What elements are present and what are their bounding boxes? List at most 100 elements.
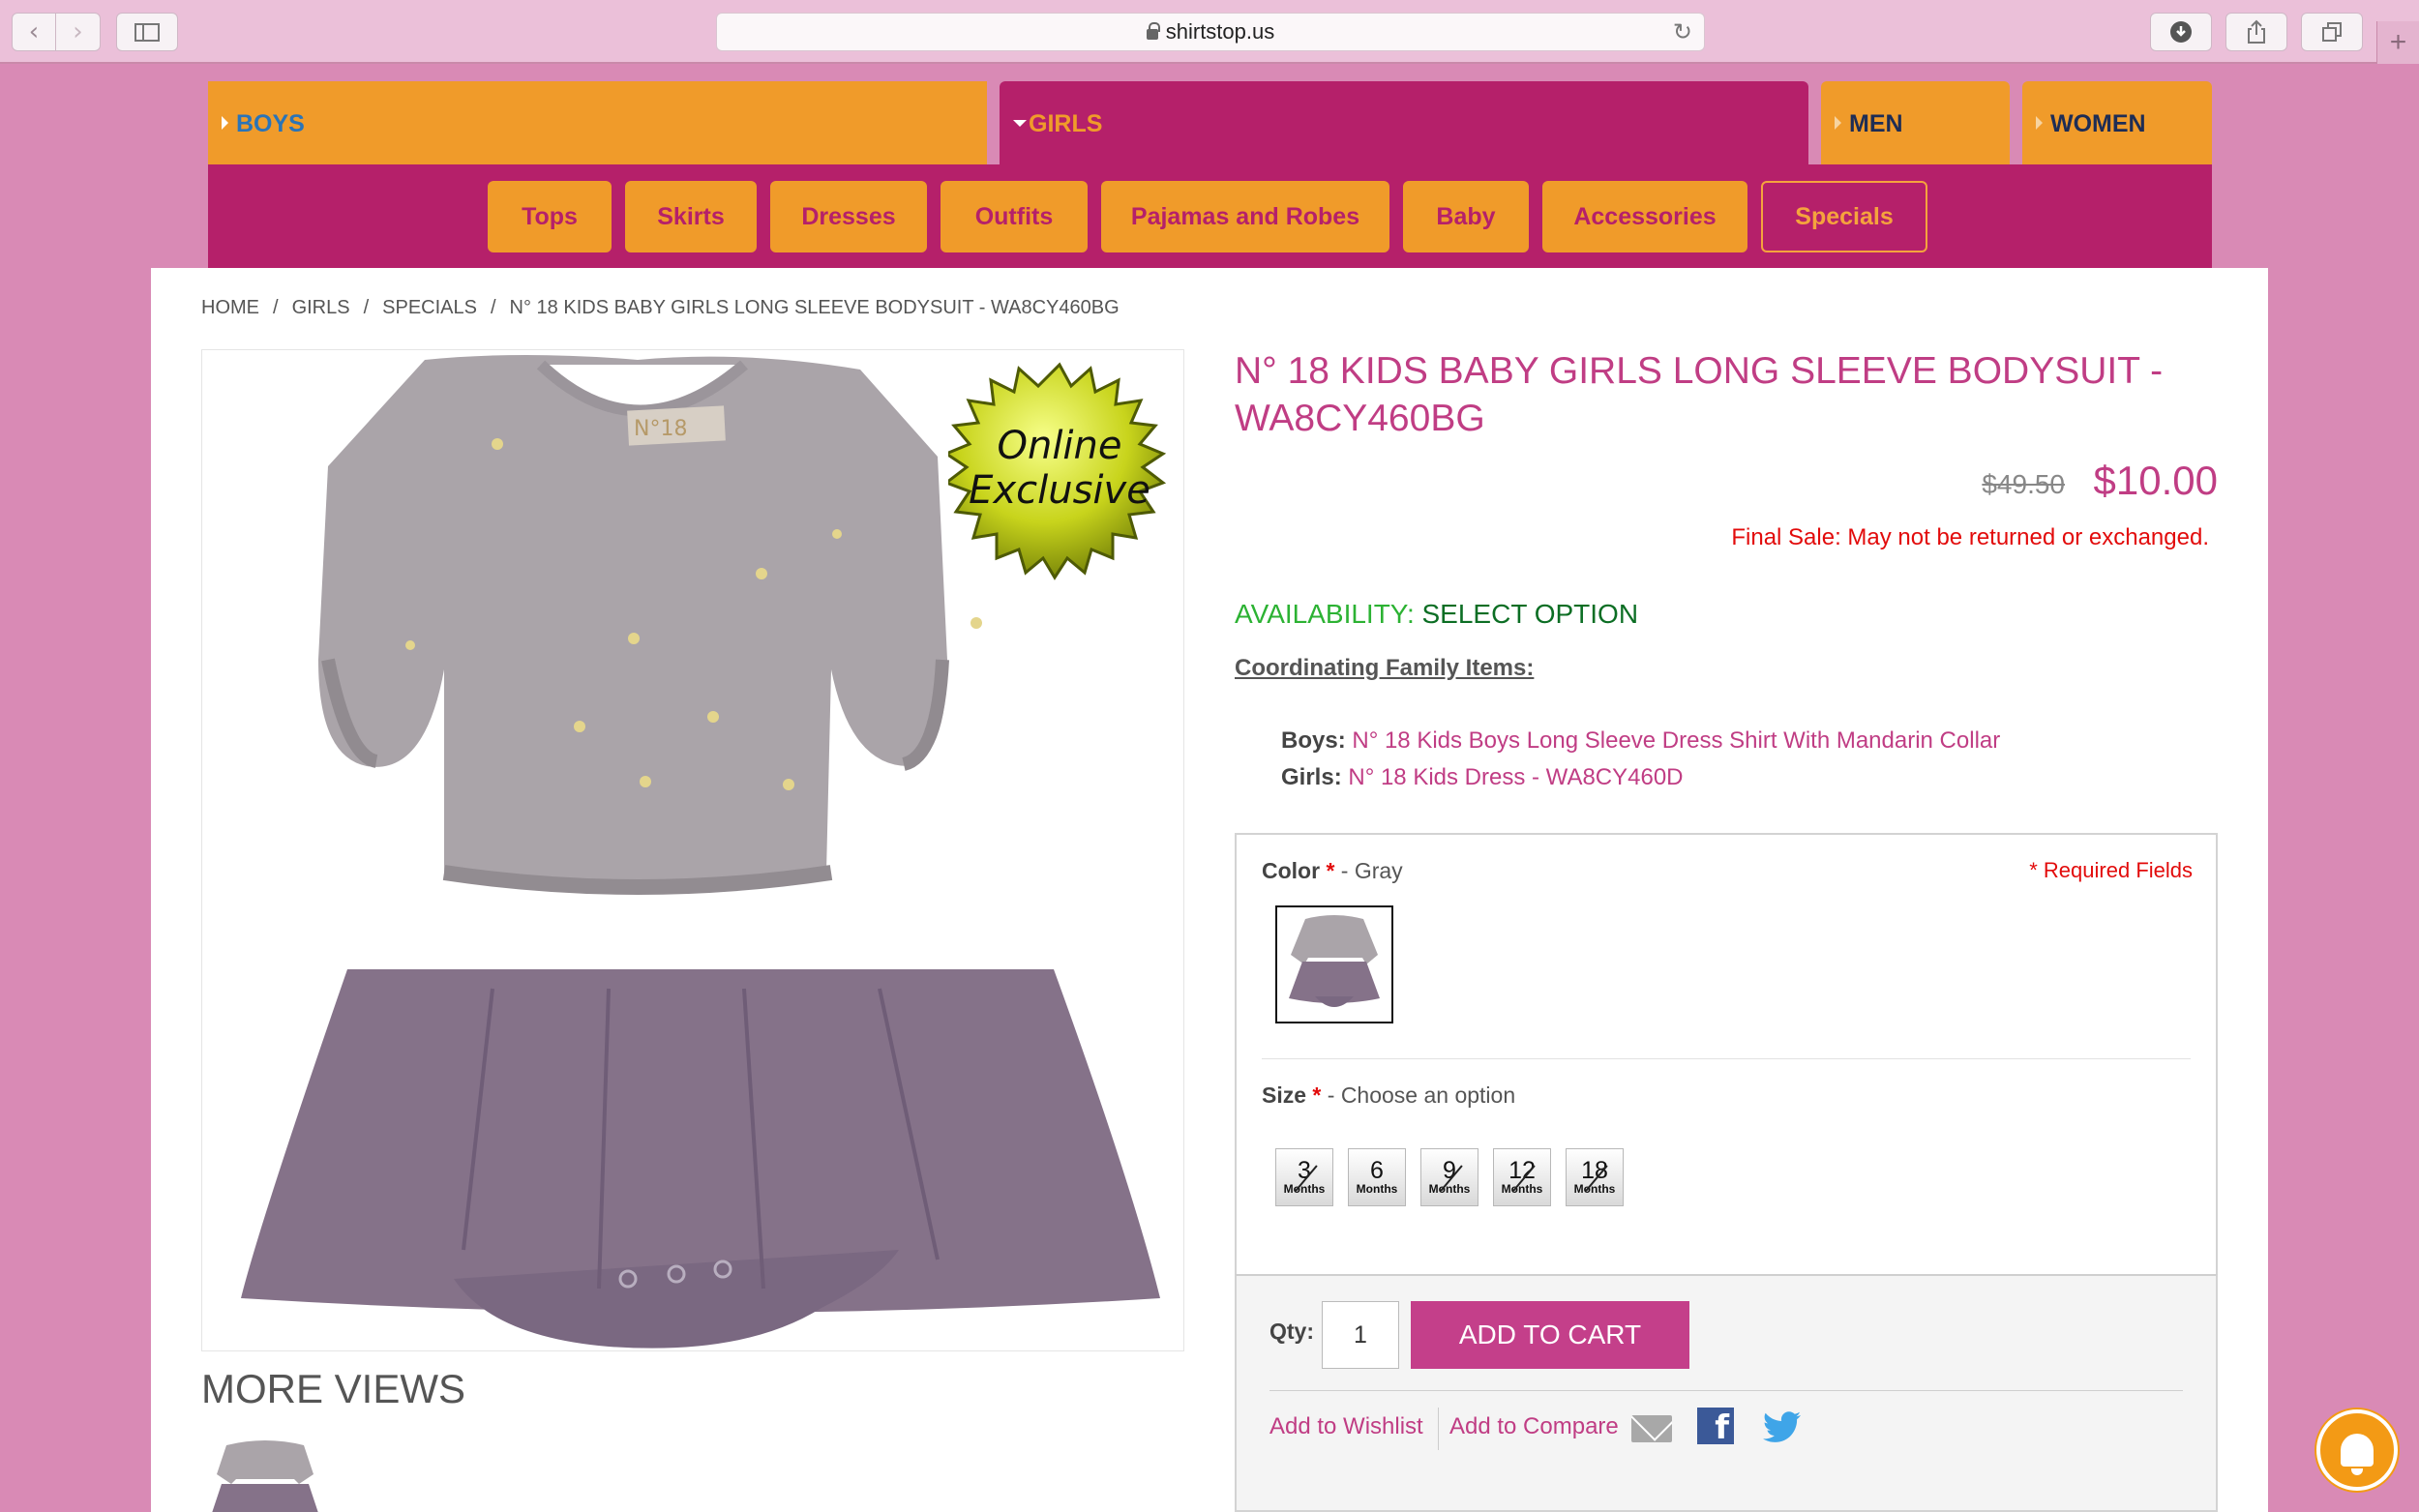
tab-women[interactable]: WOMEN: [2022, 81, 2212, 164]
coordinating-label: Girls:: [1281, 764, 1342, 790]
product-title: N° 18 KIDS BABY GIRLS LONG SLEEVE BODYSU…: [1235, 350, 2164, 439]
category-tops[interactable]: Tops: [488, 181, 612, 252]
notification-bell-button[interactable]: [2316, 1409, 2398, 1491]
caret-right-icon: [2036, 116, 2043, 130]
size-number: 3: [1298, 1157, 1311, 1184]
new-tab-button[interactable]: +: [2376, 21, 2419, 64]
color-swatch-gray[interactable]: [1275, 905, 1393, 1023]
sale-price: $10.00: [2093, 458, 2218, 503]
size-number: 9: [1443, 1157, 1456, 1184]
bell-icon: [2341, 1434, 2374, 1475]
size-label: Size: [1262, 1082, 1307, 1108]
add-to-wishlist-link[interactable]: Add to Wishlist: [1269, 1413, 1423, 1440]
size-unit: Months: [1283, 1182, 1326, 1196]
product-main-image[interactable]: N°18 Online Exclusive: [201, 349, 1184, 1351]
forward-button[interactable]: ›: [56, 13, 101, 51]
size-swatches: 3 Months 6 Months 9 Months 12 Months 18 Month…: [1275, 1148, 1638, 1206]
availability: AVAILABILITY: SELECT OPTION: [1235, 599, 1638, 630]
coordinating-item-girls: Girls: N° 18 Kids Dress - WA8CY460D: [1281, 764, 1684, 791]
tab-men[interactable]: MEN: [1821, 81, 2010, 164]
address-bar[interactable]: shirtstop.us ↻: [716, 13, 1705, 51]
browser-toolbar: ‹ › shirtstop.us ↻ +: [0, 0, 2419, 64]
share-icon: [2248, 19, 2265, 44]
twitter-bird-icon: [1763, 1411, 1801, 1442]
garment-tag-text: N°18: [634, 417, 687, 441]
category-accessories[interactable]: Accessories: [1542, 181, 1747, 252]
email-icon[interactable]: [1631, 1415, 1672, 1442]
coordinating-link[interactable]: N° 18 Kids Dress - WA8CY460D: [1348, 764, 1683, 790]
category-dresses[interactable]: Dresses: [770, 181, 927, 252]
size-3-months[interactable]: 3 Months: [1275, 1148, 1333, 1206]
add-to-cart-box: Qty: 1 ADD TO CART Add to Wishlist Add t…: [1235, 1274, 2218, 1512]
size-option-label: Size * - Choose an option: [1262, 1082, 1515, 1109]
lock-icon: [1146, 21, 1160, 40]
product-page: HOME / GIRLS / SPECIALS / N° 18 KIDS BABY GIRL…: [151, 268, 2268, 1512]
size-number: 18: [1581, 1157, 1608, 1184]
color-option-label: Color * - Gray: [1262, 858, 1403, 884]
more-views-heading: MORE VIEWS: [201, 1366, 466, 1411]
category-specials[interactable]: Specials: [1761, 181, 1927, 252]
old-price: $49.50: [1982, 469, 2065, 499]
downloads-button[interactable]: [2150, 13, 2212, 51]
tab-label: BOYS: [236, 110, 305, 137]
add-to-compare-link[interactable]: Add to Compare: [1449, 1413, 1619, 1440]
online-exclusive-badge: Online Exclusive: [942, 360, 1171, 582]
thumbnail-image: [207, 1436, 323, 1512]
required-star: *: [1312, 1082, 1322, 1108]
category-outfits[interactable]: Outfits: [941, 181, 1088, 252]
coordinating-item-boys: Boys: N° 18 Kids Boys Long Sleeve Dress …: [1281, 727, 2000, 755]
swatch-image: [1289, 915, 1380, 1007]
tabs-overview-button[interactable]: [2301, 13, 2363, 51]
breadcrumb-home[interactable]: HOME: [201, 297, 259, 318]
availability-value: SELECT OPTION: [1421, 599, 1639, 629]
qty-input[interactable]: 1: [1322, 1301, 1399, 1369]
color-value: - Gray: [1340, 858, 1403, 883]
forward-icon: ›: [73, 17, 83, 46]
breadcrumb-separator: /: [490, 297, 496, 318]
tab-boys[interactable]: BOYS: [208, 81, 987, 164]
back-button[interactable]: ‹: [12, 13, 56, 51]
size-18-months[interactable]: 18 Months: [1566, 1148, 1624, 1206]
product-options: Color * - Gray * Required Fields Size * …: [1235, 833, 2218, 1274]
required-fields-note: * Required Fields: [2029, 858, 2193, 882]
coordinating-label: Boys:: [1281, 727, 1346, 754]
category-baby[interactable]: Baby: [1403, 181, 1529, 252]
share-button[interactable]: [2225, 13, 2287, 51]
availability-label: AVAILABILITY:: [1235, 599, 1415, 629]
size-unit: Months: [1501, 1182, 1543, 1196]
breadcrumb-separator: /: [363, 297, 370, 318]
size-number: 12: [1508, 1157, 1536, 1184]
download-icon: [2170, 21, 2192, 43]
coordinating-link[interactable]: N° 18 Kids Boys Long Sleeve Dress Shirt …: [1352, 727, 2000, 754]
url-text: shirtstop.us: [1165, 19, 1275, 44]
reload-icon[interactable]: ↻: [1673, 18, 1692, 45]
breadcrumb: HOME / GIRLS / SPECIALS / N° 18 KIDS BABY GIRL…: [201, 297, 1120, 319]
required-star: *: [1326, 858, 1335, 883]
breadcrumb-specials[interactable]: SPECIALS: [382, 297, 477, 318]
breadcrumb-separator: /: [273, 297, 279, 318]
qty-label: Qty:: [1269, 1319, 1314, 1344]
more-views-thumbnail[interactable]: [207, 1436, 323, 1512]
size-value: - Choose an option: [1327, 1082, 1516, 1108]
caret-right-icon: [1835, 116, 1841, 130]
size-9-months[interactable]: 9 Months: [1420, 1148, 1478, 1206]
size-6-months[interactable]: 6 Months: [1348, 1148, 1406, 1206]
category-skirts[interactable]: Skirts: [625, 181, 757, 252]
tabs-icon: [2322, 22, 2342, 42]
size-12-months[interactable]: 12 Months: [1493, 1148, 1551, 1206]
twitter-icon[interactable]: [1763, 1411, 1802, 1453]
size-unit: Months: [1356, 1182, 1398, 1196]
tab-label: MEN: [1849, 110, 1903, 137]
breadcrumb-girls[interactable]: GIRLS: [292, 297, 350, 318]
size-unit: Months: [1428, 1182, 1471, 1196]
cart-divider: [1269, 1390, 2183, 1391]
color-label: Color: [1262, 858, 1321, 883]
sidebar-toggle-button[interactable]: [116, 13, 178, 51]
plus-icon: +: [2389, 26, 2407, 58]
facebook-icon[interactable]: f: [1697, 1408, 1734, 1444]
breadcrumb-current: N° 18 KIDS BABY GIRLS LONG SLEEVE BODYSU…: [509, 297, 1120, 318]
add-to-cart-button[interactable]: ADD TO CART: [1411, 1301, 1689, 1369]
tab-label: GIRLS: [1029, 110, 1103, 137]
tab-girls[interactable]: GIRLS: [1000, 81, 1808, 164]
category-pajamas-robes[interactable]: Pajamas and Robes: [1101, 181, 1389, 252]
